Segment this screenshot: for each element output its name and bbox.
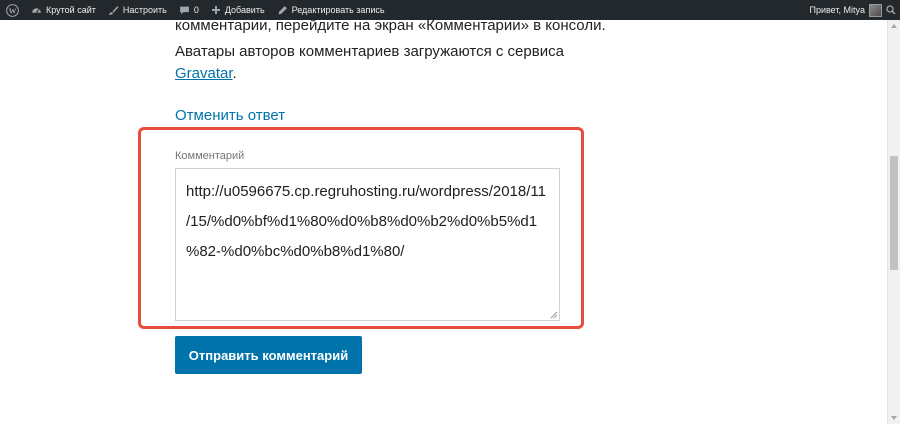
gravatar-period: . — [232, 65, 237, 82]
dashboard-icon — [32, 7, 41, 13]
site-name-menu[interactable]: Крутой сайт — [25, 0, 102, 20]
customize-label: Настроить — [122, 5, 167, 15]
comment-text-line: %82-%d0%bc%d0%b8%d1%80/ — [186, 243, 405, 260]
submit-comment-button[interactable]: Отправить комментарий — [175, 336, 362, 374]
wp-logo-menu[interactable]: W — [0, 0, 25, 20]
cancel-reply-link[interactable]: Отменить ответ — [175, 107, 285, 124]
page-scrollbar[interactable] — [887, 20, 900, 424]
greeting-label: Привет, Mitya — [809, 5, 865, 15]
brush-icon — [108, 5, 119, 15]
gravatar-link[interactable]: Gravatar — [175, 65, 233, 82]
avatar — [869, 3, 882, 17]
scroll-down-arrow-icon[interactable] — [888, 412, 900, 424]
intro-line-1: комментарии, перейдите на экран «Коммент… — [175, 17, 606, 34]
admin-bar-search[interactable] — [886, 0, 896, 20]
comment-label: Комментарий — [175, 150, 245, 162]
intro-line-3: Gravatar. — [175, 61, 237, 87]
comment-text-line: /15/%d0%bf%d1%80%d0%b8%d0%b2%d0%b5%d1 — [186, 213, 538, 230]
resize-handle-icon[interactable] — [550, 311, 558, 319]
comment-textarea[interactable]: http://u0596675.cp.regruhosting.ru/wordp… — [175, 168, 560, 321]
search-icon — [886, 5, 896, 15]
svg-text:W: W — [9, 6, 17, 15]
site-name-label: Крутой сайт — [46, 5, 96, 15]
scroll-up-arrow-icon[interactable] — [888, 20, 900, 32]
wordpress-logo-icon: W — [6, 3, 19, 17]
my-account-menu[interactable]: Привет, Mitya — [809, 0, 882, 20]
comment-text-line: http://u0596675.cp.regruhosting.ru/wordp… — [186, 183, 546, 200]
scroll-thumb[interactable] — [890, 156, 898, 270]
customize-menu[interactable]: Настроить — [102, 0, 173, 20]
